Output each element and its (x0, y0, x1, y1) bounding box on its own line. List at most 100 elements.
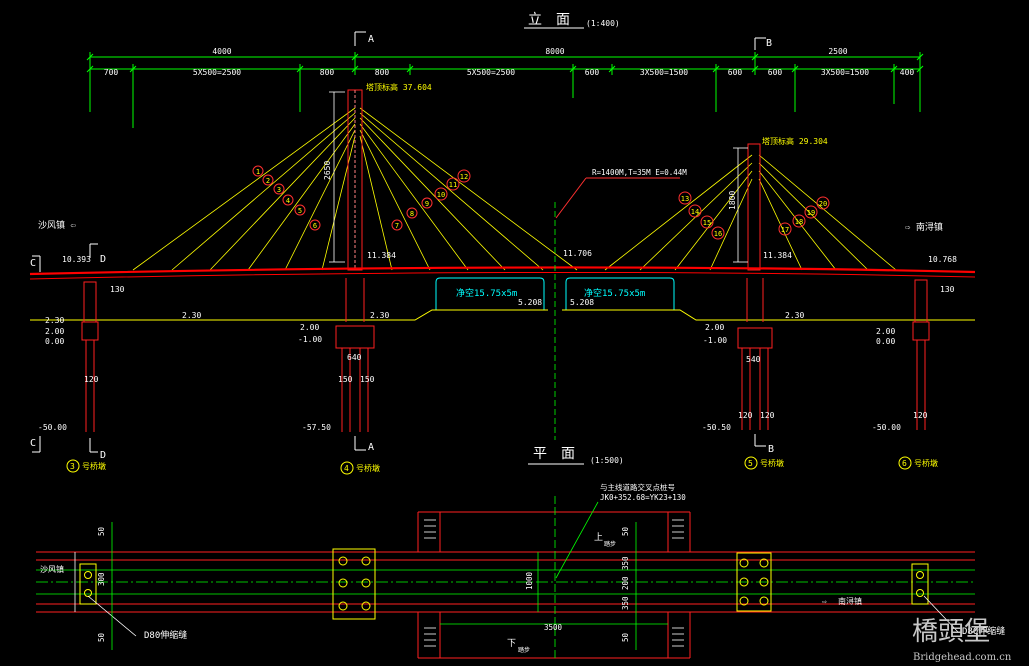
section-mark-d-top: D (89, 243, 106, 265)
deck-mid-elevation: 11.706 (563, 249, 592, 258)
deck-b-elevation: 11.384 (763, 251, 792, 260)
section-mark-b-top: B (754, 37, 772, 50)
watermark-site: Bridgehead.com.cn (913, 652, 1012, 663)
pier6-dim-130: 130 (940, 285, 955, 294)
deck-a-elevation: 11.384 (367, 251, 396, 260)
cable-number: 8 (406, 207, 418, 219)
svg-text:1000: 1000 (525, 571, 534, 590)
cable-number: 13 (678, 191, 692, 205)
elevation-scale: (1:400) (586, 19, 620, 28)
svg-text:14: 14 (691, 208, 699, 216)
clearance-elev-right: 5.208 (570, 298, 594, 307)
cable-number: 17 (778, 222, 792, 236)
svg-text:2.30: 2.30 (45, 316, 64, 325)
svg-text:200: 200 (621, 576, 630, 590)
cable-number: 2 (262, 174, 274, 186)
section-mark-c-top: C (30, 255, 41, 272)
svg-text:19: 19 (807, 209, 815, 217)
tower-b-top-elevation: 塔顶标高 29.304 (762, 136, 828, 146)
svg-text:8000: 8000 (545, 47, 564, 56)
joint-left-label: D80伸缩缝 (144, 629, 187, 641)
svg-text:350: 350 (621, 596, 630, 610)
svg-text:号桥墩: 号桥墩 (760, 458, 784, 468)
svg-text:6: 6 (902, 459, 907, 468)
tower-a-top-elevation: 塔顶标高 37.604 (366, 82, 432, 92)
pier5-dim-120-2: 120 (760, 411, 775, 420)
clearance-label-left: 净空15.75x5m (456, 287, 517, 299)
svg-text:C: C (30, 258, 36, 269)
svg-text:3500: 3500 (544, 623, 563, 632)
pier4-ground-2: -1.00 (298, 335, 322, 344)
pier-5-label: 5 号桥墩 (744, 456, 784, 470)
cable-number: 5 (294, 204, 306, 216)
plan-right-arrow-icon: ⇨ (822, 597, 827, 606)
plan-title: 平 面 (533, 446, 575, 462)
svg-text:7: 7 (395, 222, 399, 230)
pier-6 (912, 279, 930, 430)
pier4-dim-150-2: 150 (360, 375, 375, 384)
pier3-dim-130: 130 (110, 285, 125, 294)
plan-cross-road (417, 511, 691, 659)
pier5-ground-1: 2.00 (705, 323, 724, 332)
pier4-dim-640: 640 (347, 353, 362, 362)
svg-text:700: 700 (104, 68, 119, 77)
deck-left-elevation: 10.393 (62, 255, 91, 264)
cable-number: 3 (273, 183, 285, 195)
plan-dim-labels: 50 300 50 1000 50 350 200 350 50 3500 (97, 526, 630, 642)
cable-number: 14 (688, 204, 702, 218)
cable-number: 7 (391, 219, 403, 231)
ramp-word-up: 踏步 (604, 540, 616, 548)
svg-text:号桥墩: 号桥墩 (82, 461, 106, 471)
bridge-drawing: 立 面 (1:400) A B 4000 8000 2500 700 5X500… (29, 12, 1012, 663)
svg-text:2.30: 2.30 (785, 311, 804, 320)
cable-number: 16 (711, 226, 725, 240)
watermark-logo: 橋頭堡 (912, 617, 990, 647)
cable-number: 1 (252, 165, 264, 177)
svg-text:C: C (30, 438, 36, 449)
svg-text:20: 20 (819, 200, 827, 208)
dimension-lines (86, 52, 924, 128)
pier5-dim-540: 540 (746, 355, 761, 364)
pier-6-label: 6 号桥墩 (898, 456, 938, 470)
plan-note-2: JK0+352.68=YK23+130 (600, 493, 686, 502)
svg-text:11: 11 (449, 181, 457, 189)
svg-text:3X500=1500: 3X500=1500 (821, 68, 869, 77)
water-level-labels: 2.30 2.30 2.30 2.30 (45, 311, 804, 325)
curve-note: R=1400M,T=35M E=0.44M (592, 168, 687, 177)
plan-note-1: 与主线道路交叉点桩号 (600, 482, 675, 492)
svg-text:18: 18 (795, 218, 803, 226)
tower-b (747, 143, 761, 271)
svg-text:5: 5 (748, 459, 753, 468)
pier3-pile-tip: -50.00 (38, 423, 67, 432)
pier6-ground-2: 0.00 (876, 337, 895, 346)
svg-text:800: 800 (320, 68, 335, 77)
svg-text:600: 600 (728, 68, 743, 77)
pier4-pile-tip: -57.50 (302, 423, 331, 432)
cable-number: 9 (421, 197, 433, 209)
tower-b-height: 1800 (728, 191, 737, 210)
svg-text:50: 50 (621, 526, 630, 536)
svg-text:350: 350 (621, 556, 630, 570)
cable-number: 10 (434, 187, 448, 201)
direction-left: 沙风镇 ⇦ (38, 219, 76, 231)
svg-text:17: 17 (781, 226, 789, 234)
cable-number: 4 (282, 194, 294, 206)
elevation-title: 立 面 (528, 12, 570, 28)
cable-number: 6 (309, 219, 321, 231)
pier-3-label: 3 号桥墩 (66, 459, 106, 473)
svg-text:B: B (768, 444, 774, 455)
svg-text:D: D (100, 254, 106, 265)
cable-number: 19 (804, 205, 818, 219)
svg-text:5: 5 (298, 207, 302, 215)
cable-number: 20 (816, 196, 830, 210)
svg-text:4: 4 (344, 464, 349, 473)
svg-text:9: 9 (425, 200, 429, 208)
svg-text:15: 15 (703, 219, 711, 227)
svg-text:D: D (100, 450, 106, 461)
svg-text:5X500=2500: 5X500=2500 (467, 68, 515, 77)
svg-text:4000: 4000 (212, 47, 231, 56)
pier6-ground-1: 2.00 (876, 327, 895, 336)
pier3-dim-120: 120 (84, 375, 99, 384)
plan-left-town: 沙风镇 (40, 564, 64, 574)
ground-line (30, 309, 975, 321)
